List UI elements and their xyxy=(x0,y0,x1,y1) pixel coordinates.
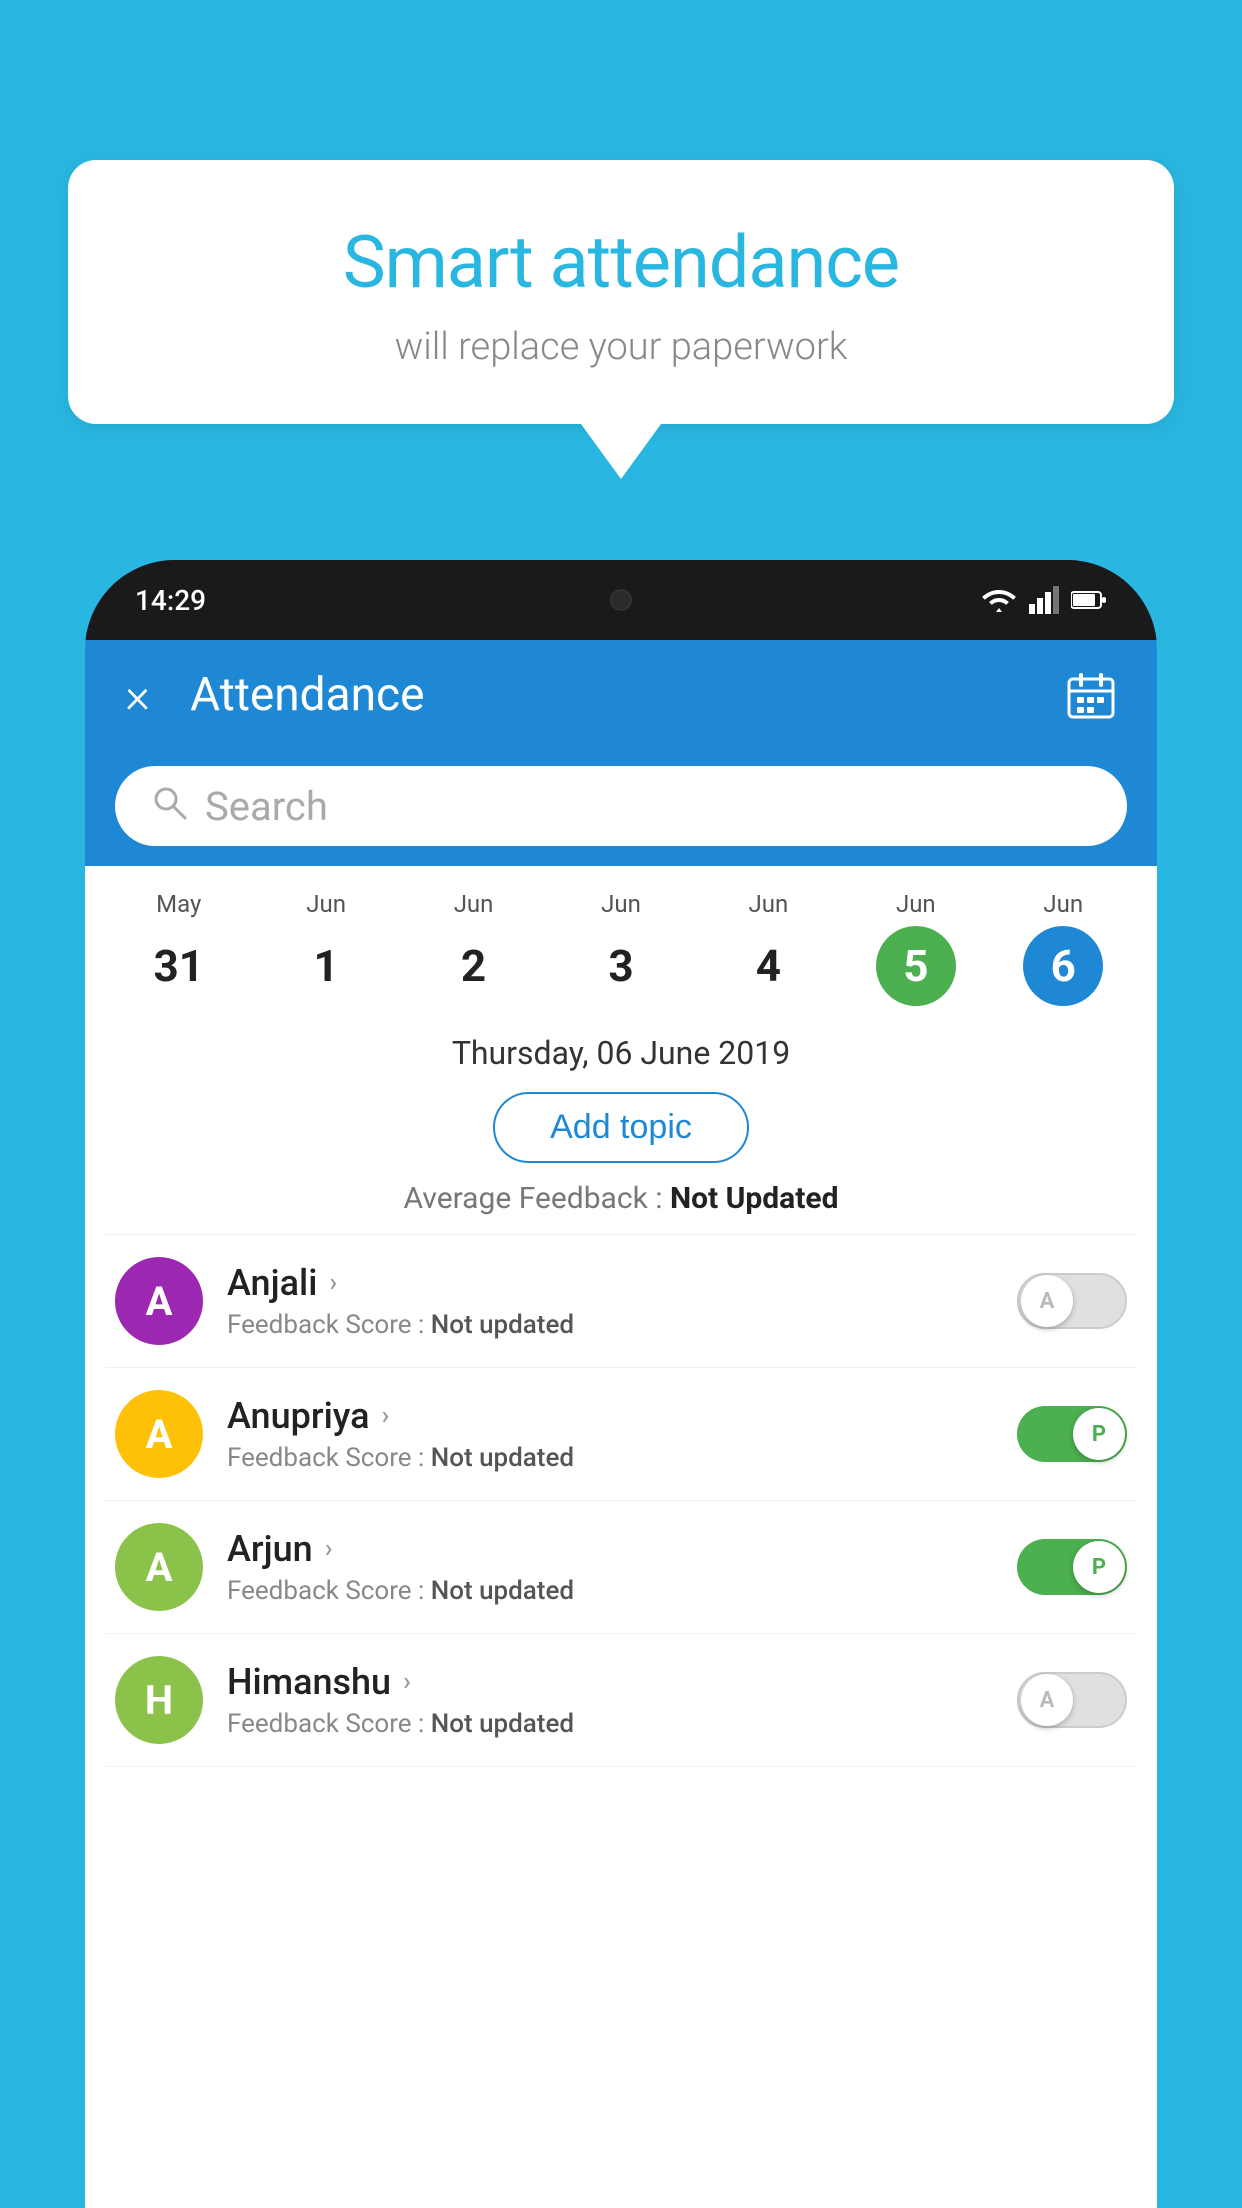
app-title: Attendance xyxy=(190,668,1025,722)
day-month-label: Jun xyxy=(601,890,641,918)
student-info: Himanshu › Feedback Score : Not updated xyxy=(227,1661,993,1739)
speech-bubble-title: Smart attendance xyxy=(128,220,1114,305)
feedback-value: Not updated xyxy=(431,1709,574,1739)
student-item[interactable]: H Himanshu › Feedback Score : Not updated A xyxy=(105,1634,1137,1767)
day-number[interactable]: 5 xyxy=(876,926,956,1006)
app-header: × Attendance xyxy=(85,640,1157,750)
day-month-label: Jun xyxy=(1043,890,1083,918)
calendar-day[interactable]: Jun 6 xyxy=(990,890,1137,1006)
student-name: Anjali › xyxy=(227,1262,993,1304)
feedback-value: Not updated xyxy=(431,1443,574,1473)
calendar-day[interactable]: May 31 xyxy=(105,890,252,1006)
day-month-label: Jun xyxy=(749,890,789,918)
day-number[interactable]: 6 xyxy=(1023,926,1103,1006)
calendar-day[interactable]: Jun 1 xyxy=(252,890,399,1006)
search-placeholder: Search xyxy=(205,783,328,830)
toggle-knob: P xyxy=(1073,1541,1125,1593)
student-feedback-score: Feedback Score : Not updated xyxy=(227,1443,993,1473)
chevron-icon: › xyxy=(382,1401,390,1431)
average-feedback: Average Feedback : Not Updated xyxy=(85,1181,1157,1234)
chevron-icon: › xyxy=(403,1667,411,1697)
toggle-knob: A xyxy=(1021,1674,1073,1726)
student-avatar: A xyxy=(115,1523,203,1611)
day-month-label: Jun xyxy=(454,890,494,918)
speech-bubble-tail xyxy=(581,424,661,479)
student-info: Arjun › Feedback Score : Not updated xyxy=(227,1528,993,1606)
toggle-knob: A xyxy=(1021,1275,1073,1327)
speech-bubble-wrapper: Smart attendance will replace your paper… xyxy=(68,160,1174,479)
selected-date-label: Thursday, 06 June 2019 xyxy=(85,1016,1157,1082)
chevron-icon: › xyxy=(325,1534,333,1564)
student-item[interactable]: A Anupriya › Feedback Score : Not updated P xyxy=(105,1368,1137,1501)
day-month-label: Jun xyxy=(896,890,936,918)
day-month-label: May xyxy=(156,890,201,918)
student-list: AAnjali ›Feedback Score : Not updatedAAA… xyxy=(85,1235,1157,1767)
status-time: 14:29 xyxy=(135,584,206,617)
day-number[interactable]: 2 xyxy=(434,926,514,1006)
student-item[interactable]: A Arjun › Feedback Score : Not updated P xyxy=(105,1501,1137,1634)
calendar-day[interactable]: Jun 5 xyxy=(842,890,989,1006)
student-avatar: A xyxy=(115,1257,203,1345)
attendance-toggle[interactable]: P xyxy=(1017,1406,1127,1462)
student-name: Anupriya › xyxy=(227,1395,993,1437)
calendar-day[interactable]: Jun 2 xyxy=(400,890,547,1006)
wifi-icon xyxy=(981,586,1017,614)
student-name: Arjun › xyxy=(227,1528,993,1570)
add-topic-wrapper: Add topic xyxy=(85,1082,1157,1181)
feedback-value: Not updated xyxy=(431,1310,574,1340)
student-item[interactable]: A Anjali › Feedback Score : Not updated A xyxy=(105,1235,1137,1368)
avg-feedback-label: Average Feedback : xyxy=(404,1181,670,1216)
attendance-toggle[interactable]: A xyxy=(1017,1273,1127,1329)
calendar-icon[interactable] xyxy=(1065,669,1117,721)
calendar-day[interactable]: Jun 3 xyxy=(547,890,694,1006)
day-number[interactable]: 4 xyxy=(728,926,808,1006)
day-number[interactable]: 3 xyxy=(581,926,661,1006)
feedback-value: Not updated xyxy=(431,1576,574,1606)
calendar-day[interactable]: Jun 4 xyxy=(695,890,842,1006)
attendance-toggle[interactable]: P xyxy=(1017,1539,1127,1595)
student-feedback-score: Feedback Score : Not updated xyxy=(227,1709,993,1739)
phone-frame: 14:29 × xyxy=(85,560,1157,2208)
day-number[interactable]: 31 xyxy=(139,926,219,1006)
day-number[interactable]: 1 xyxy=(286,926,366,1006)
student-avatar: A xyxy=(115,1390,203,1478)
search-bar[interactable]: Search xyxy=(115,766,1127,846)
status-bar: 14:29 xyxy=(85,560,1157,640)
speech-bubble-subtitle: will replace your paperwork xyxy=(128,325,1114,369)
attendance-toggle[interactable]: A xyxy=(1017,1672,1127,1728)
chevron-icon: › xyxy=(329,1268,337,1298)
avg-feedback-value: Not Updated xyxy=(670,1181,839,1216)
signal-icon xyxy=(1029,586,1059,614)
student-info: Anupriya › Feedback Score : Not updated xyxy=(227,1395,993,1473)
status-icons xyxy=(981,586,1107,614)
phone-screen: × Attendance xyxy=(85,640,1157,2208)
student-name: Himanshu › xyxy=(227,1661,993,1703)
battery-icon xyxy=(1071,590,1107,610)
search-icon xyxy=(151,784,187,829)
student-feedback-score: Feedback Score : Not updated xyxy=(227,1576,993,1606)
close-button[interactable]: × xyxy=(125,667,150,724)
student-feedback-score: Feedback Score : Not updated xyxy=(227,1310,993,1340)
add-topic-button[interactable]: Add topic xyxy=(493,1092,749,1163)
calendar-strip: May 31 Jun 1 Jun 2 Jun 3 Jun 4 Jun 5 Jun 6 xyxy=(85,866,1157,1016)
student-avatar: H xyxy=(115,1656,203,1744)
speech-bubble: Smart attendance will replace your paper… xyxy=(68,160,1174,424)
student-info: Anjali › Feedback Score : Not updated xyxy=(227,1262,993,1340)
search-container: Search xyxy=(85,750,1157,866)
toggle-knob: P xyxy=(1073,1408,1125,1460)
day-month-label: Jun xyxy=(306,890,346,918)
